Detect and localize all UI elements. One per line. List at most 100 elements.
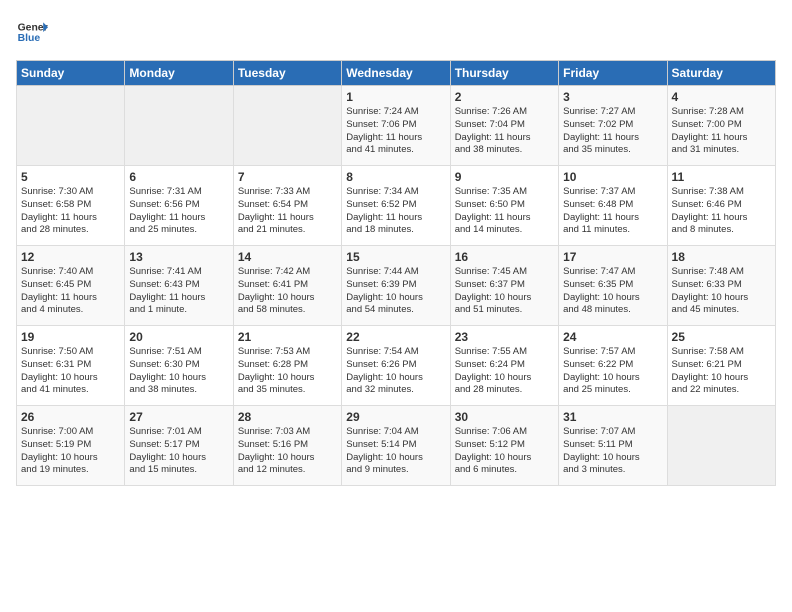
- calendar-table: SundayMondayTuesdayWednesdayThursdayFrid…: [16, 60, 776, 486]
- day-number: 18: [672, 250, 771, 264]
- day-number: 13: [129, 250, 228, 264]
- day-info: Sunrise: 7:48 AM Sunset: 6:33 PM Dayligh…: [672, 266, 771, 317]
- calendar-week-4: 19Sunrise: 7:50 AM Sunset: 6:31 PM Dayli…: [17, 326, 776, 406]
- calendar-cell: 24 Sunrise: 7:57 AM Sunset: 6:22 PM Dayli…: [559, 326, 667, 406]
- day-info: Sunrise: 7:03 AM Sunset: 5:16 PM Dayligh…: [238, 426, 337, 477]
- day-info: Sunrise: 7:00 AM Sunset: 5:19 PM Dayligh…: [21, 426, 120, 477]
- day-info: Sunrise: 7:34 AM Sunset: 6:52 PM Dayligh…: [346, 186, 445, 237]
- day-info: Sunrise: 7:57 AM Sunset: 6:22 PM Dayligh…: [563, 346, 662, 397]
- page-header: General Blue: [16, 16, 776, 48]
- day-number: 25: [672, 330, 771, 344]
- calendar-cell: 26 Sunrise: 7:00 AM Sunset: 5:19 PM Dayli…: [17, 406, 125, 486]
- calendar-week-5: 26 Sunrise: 7:00 AM Sunset: 5:19 PM Dayli…: [17, 406, 776, 486]
- calendar-cell: 19Sunrise: 7:50 AM Sunset: 6:31 PM Dayli…: [17, 326, 125, 406]
- calendar-cell: 22 Sunrise: 7:54 AM Sunset: 6:26 PM Dayli…: [342, 326, 450, 406]
- logo: General Blue: [16, 16, 52, 48]
- day-info: Sunrise: 7:06 AM Sunset: 5:12 PM Dayligh…: [455, 426, 554, 477]
- day-number: 8: [346, 170, 445, 184]
- calendar-cell: 23 Sunrise: 7:55 AM Sunset: 6:24 PM Dayli…: [450, 326, 558, 406]
- day-info: Sunrise: 7:47 AM Sunset: 6:35 PM Dayligh…: [563, 266, 662, 317]
- calendar-cell: 1Sunrise: 7:24 AM Sunset: 7:06 PM Daylig…: [342, 86, 450, 166]
- svg-text:Blue: Blue: [18, 33, 41, 44]
- calendar-cell: 30 Sunrise: 7:06 AM Sunset: 5:12 PM Dayli…: [450, 406, 558, 486]
- day-info: Sunrise: 7:26 AM Sunset: 7:04 PM Dayligh…: [455, 106, 554, 157]
- calendar-cell: 20Sunrise: 7:51 AM Sunset: 6:30 PM Dayli…: [125, 326, 233, 406]
- calendar-cell: 27 Sunrise: 7:01 AM Sunset: 5:17 PM Dayli…: [125, 406, 233, 486]
- day-number: 3: [563, 90, 662, 104]
- day-number: 26: [21, 410, 120, 424]
- calendar-week-2: 5 Sunrise: 7:30 AM Sunset: 6:58 PM Daylig…: [17, 166, 776, 246]
- day-number: 15: [346, 250, 445, 264]
- calendar-cell: 2 Sunrise: 7:26 AM Sunset: 7:04 PM Daylig…: [450, 86, 558, 166]
- calendar-cell: 9 Sunrise: 7:35 AM Sunset: 6:50 PM Daylig…: [450, 166, 558, 246]
- day-number: 14: [238, 250, 337, 264]
- calendar-cell: 14 Sunrise: 7:42 AM Sunset: 6:41 PM Dayli…: [233, 246, 341, 326]
- day-info: Sunrise: 7:40 AM Sunset: 6:45 PM Dayligh…: [21, 266, 120, 317]
- day-number: 2: [455, 90, 554, 104]
- day-number: 22: [346, 330, 445, 344]
- calendar-cell: 8 Sunrise: 7:34 AM Sunset: 6:52 PM Daylig…: [342, 166, 450, 246]
- calendar-cell: 3Sunrise: 7:27 AM Sunset: 7:02 PM Daylig…: [559, 86, 667, 166]
- day-info: Sunrise: 7:55 AM Sunset: 6:24 PM Dayligh…: [455, 346, 554, 397]
- calendar-cell: 15 Sunrise: 7:44 AM Sunset: 6:39 PM Dayli…: [342, 246, 450, 326]
- calendar-cell: 29 Sunrise: 7:04 AM Sunset: 5:14 PM Dayli…: [342, 406, 450, 486]
- day-info: Sunrise: 7:38 AM Sunset: 6:46 PM Dayligh…: [672, 186, 771, 237]
- calendar-cell: [667, 406, 775, 486]
- calendar-cell: 17 Sunrise: 7:47 AM Sunset: 6:35 PM Dayli…: [559, 246, 667, 326]
- day-info: Sunrise: 7:50 AM Sunset: 6:31 PM Dayligh…: [21, 346, 120, 397]
- day-info: Sunrise: 7:31 AM Sunset: 6:56 PM Dayligh…: [129, 186, 228, 237]
- day-number: 6: [129, 170, 228, 184]
- day-info: Sunrise: 7:24 AM Sunset: 7:06 PM Dayligh…: [346, 106, 445, 157]
- calendar-cell: 16Sunrise: 7:45 AM Sunset: 6:37 PM Dayli…: [450, 246, 558, 326]
- day-info: Sunrise: 7:28 AM Sunset: 7:00 PM Dayligh…: [672, 106, 771, 157]
- calendar-cell: 7Sunrise: 7:33 AM Sunset: 6:54 PM Daylig…: [233, 166, 341, 246]
- day-info: Sunrise: 7:54 AM Sunset: 6:26 PM Dayligh…: [346, 346, 445, 397]
- day-info: Sunrise: 7:35 AM Sunset: 6:50 PM Dayligh…: [455, 186, 554, 237]
- logo-icon: General Blue: [16, 16, 48, 48]
- day-number: 10: [563, 170, 662, 184]
- day-number: 23: [455, 330, 554, 344]
- col-header-saturday: Saturday: [667, 61, 775, 86]
- calendar-cell: 18 Sunrise: 7:48 AM Sunset: 6:33 PM Dayli…: [667, 246, 775, 326]
- calendar-cell: [125, 86, 233, 166]
- calendar-week-1: 1Sunrise: 7:24 AM Sunset: 7:06 PM Daylig…: [17, 86, 776, 166]
- day-info: Sunrise: 7:07 AM Sunset: 5:11 PM Dayligh…: [563, 426, 662, 477]
- calendar-cell: [233, 86, 341, 166]
- calendar-cell: 12Sunrise: 7:40 AM Sunset: 6:45 PM Dayli…: [17, 246, 125, 326]
- day-info: Sunrise: 7:41 AM Sunset: 6:43 PM Dayligh…: [129, 266, 228, 317]
- day-number: 28: [238, 410, 337, 424]
- calendar-cell: 21 Sunrise: 7:53 AM Sunset: 6:28 PM Dayli…: [233, 326, 341, 406]
- day-number: 29: [346, 410, 445, 424]
- day-info: Sunrise: 7:53 AM Sunset: 6:28 PM Dayligh…: [238, 346, 337, 397]
- calendar-cell: 25Sunrise: 7:58 AM Sunset: 6:21 PM Dayli…: [667, 326, 775, 406]
- day-info: Sunrise: 7:01 AM Sunset: 5:17 PM Dayligh…: [129, 426, 228, 477]
- calendar-week-3: 12Sunrise: 7:40 AM Sunset: 6:45 PM Dayli…: [17, 246, 776, 326]
- calendar-header-row: SundayMondayTuesdayWednesdayThursdayFrid…: [17, 61, 776, 86]
- calendar-cell: 6 Sunrise: 7:31 AM Sunset: 6:56 PM Daylig…: [125, 166, 233, 246]
- day-number: 17: [563, 250, 662, 264]
- day-info: Sunrise: 7:45 AM Sunset: 6:37 PM Dayligh…: [455, 266, 554, 317]
- day-number: 27: [129, 410, 228, 424]
- calendar-cell: 31Sunrise: 7:07 AM Sunset: 5:11 PM Dayli…: [559, 406, 667, 486]
- day-number: 30: [455, 410, 554, 424]
- day-info: Sunrise: 7:33 AM Sunset: 6:54 PM Dayligh…: [238, 186, 337, 237]
- day-info: Sunrise: 7:30 AM Sunset: 6:58 PM Dayligh…: [21, 186, 120, 237]
- day-info: Sunrise: 7:42 AM Sunset: 6:41 PM Dayligh…: [238, 266, 337, 317]
- calendar-cell: 13 Sunrise: 7:41 AM Sunset: 6:43 PM Dayli…: [125, 246, 233, 326]
- calendar-cell: 28 Sunrise: 7:03 AM Sunset: 5:16 PM Dayli…: [233, 406, 341, 486]
- day-number: 9: [455, 170, 554, 184]
- calendar-cell: 11 Sunrise: 7:38 AM Sunset: 6:46 PM Dayli…: [667, 166, 775, 246]
- calendar-cell: [17, 86, 125, 166]
- day-number: 11: [672, 170, 771, 184]
- day-number: 24: [563, 330, 662, 344]
- calendar-cell: 5 Sunrise: 7:30 AM Sunset: 6:58 PM Daylig…: [17, 166, 125, 246]
- col-header-sunday: Sunday: [17, 61, 125, 86]
- day-number: 20: [129, 330, 228, 344]
- col-header-friday: Friday: [559, 61, 667, 86]
- col-header-monday: Monday: [125, 61, 233, 86]
- day-number: 5: [21, 170, 120, 184]
- calendar-cell: 4Sunrise: 7:28 AM Sunset: 7:00 PM Daylig…: [667, 86, 775, 166]
- day-info: Sunrise: 7:44 AM Sunset: 6:39 PM Dayligh…: [346, 266, 445, 317]
- day-info: Sunrise: 7:04 AM Sunset: 5:14 PM Dayligh…: [346, 426, 445, 477]
- day-number: 21: [238, 330, 337, 344]
